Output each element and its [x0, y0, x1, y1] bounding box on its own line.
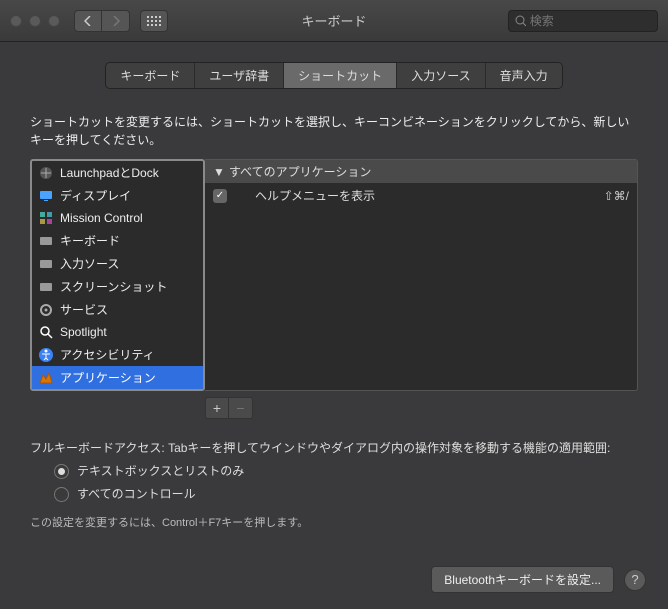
remove-button: −	[229, 397, 253, 419]
category-spotlight[interactable]: Spotlight	[32, 321, 203, 343]
category-accessibility[interactable]: アクセシビリティ	[32, 343, 203, 366]
mission-icon	[38, 210, 54, 226]
category-input[interactable]: 入力ソース	[32, 252, 203, 275]
tab-2[interactable]: ショートカット	[284, 63, 397, 88]
forward-button	[102, 10, 130, 32]
tab-1[interactable]: ユーザ辞書	[195, 63, 284, 88]
accessibility-icon	[38, 347, 54, 363]
category-apps[interactable]: アプリケーション	[32, 366, 203, 389]
services-icon	[38, 302, 54, 318]
category-label: Mission Control	[60, 211, 143, 225]
kbaccess-option-label: すべてのコントロール	[77, 485, 196, 504]
help-button[interactable]: ?	[624, 569, 646, 591]
category-label: スクリーンショット	[60, 278, 167, 295]
category-mission[interactable]: Mission Control	[32, 207, 203, 229]
kbaccess-hint: この設定を変更するには、Control＋F7キーを押します。	[30, 515, 638, 533]
search-field[interactable]	[508, 10, 658, 32]
keyboard-icon	[38, 233, 54, 249]
shortcut-keys[interactable]: ⇧⌘/	[604, 189, 629, 203]
search-input[interactable]	[530, 14, 651, 28]
shortcut-row[interactable]: ✓ ヘルプメニューを表示 ⇧⌘/	[205, 183, 637, 208]
detail-header[interactable]: ▼ すべてのアプリケーション	[205, 160, 637, 183]
category-label: 入力ソース	[60, 255, 119, 272]
kbaccess-label: フルキーボードアクセス: Tabキーを押してウインドウやダイアログ内の操作対象を…	[30, 439, 638, 458]
disclosure-triangle-icon[interactable]: ▼	[213, 165, 225, 179]
tab-0[interactable]: キーボード	[106, 63, 195, 88]
launchpad-icon	[38, 165, 54, 181]
category-display[interactable]: ディスプレイ	[32, 184, 203, 207]
category-services[interactable]: サービス	[32, 298, 203, 321]
shortcut-label: ヘルプメニューを表示	[235, 187, 596, 204]
add-button[interactable]: +	[205, 397, 229, 419]
apps-icon	[38, 370, 54, 386]
category-label: サービス	[60, 301, 108, 318]
kbaccess-option-label: テキストボックスとリストのみ	[77, 462, 244, 481]
back-button[interactable]	[74, 10, 102, 32]
category-label: Spotlight	[60, 325, 107, 339]
kbaccess-radio-1[interactable]	[54, 487, 69, 502]
category-label: アクセシビリティ	[60, 346, 155, 363]
shortcut-checkbox[interactable]: ✓	[213, 189, 227, 203]
tab-4[interactable]: 音声入力	[486, 63, 562, 88]
category-list[interactable]: LaunchpadとDock ディスプレイ Mission Control キーボード…	[30, 159, 205, 391]
display-icon	[38, 188, 54, 204]
category-keyboard[interactable]: キーボード	[32, 229, 203, 252]
show-all-button[interactable]	[140, 10, 168, 32]
instruction-text: ショートカットを変更するには、ショートカットを選択し、キーコンビネーションをクリ…	[30, 113, 638, 149]
category-label: ディスプレイ	[60, 187, 131, 204]
minimize-traffic-light[interactable]	[29, 15, 41, 27]
category-launchpad[interactable]: LaunchpadとDock	[32, 161, 203, 184]
detail-header-label: すべてのアプリケーション	[229, 163, 371, 180]
tab-3[interactable]: 入力ソース	[397, 63, 485, 88]
input-icon	[38, 256, 54, 272]
category-screenshot[interactable]: スクリーンショット	[32, 275, 203, 298]
bluetooth-keyboard-button[interactable]: Bluetoothキーボードを設定...	[431, 566, 614, 593]
category-label: LaunchpadとDock	[60, 164, 159, 181]
search-icon	[515, 15, 526, 27]
close-traffic-light[interactable]	[10, 15, 22, 27]
zoom-traffic-light[interactable]	[48, 15, 60, 27]
screenshot-icon	[38, 279, 54, 295]
category-label: アプリケーション	[60, 369, 156, 386]
category-label: キーボード	[60, 232, 120, 249]
spotlight-icon	[38, 324, 54, 340]
shortcut-detail: ▼ すべてのアプリケーション ✓ ヘルプメニューを表示 ⇧⌘/	[205, 159, 638, 391]
kbaccess-radio-0[interactable]	[54, 464, 69, 479]
